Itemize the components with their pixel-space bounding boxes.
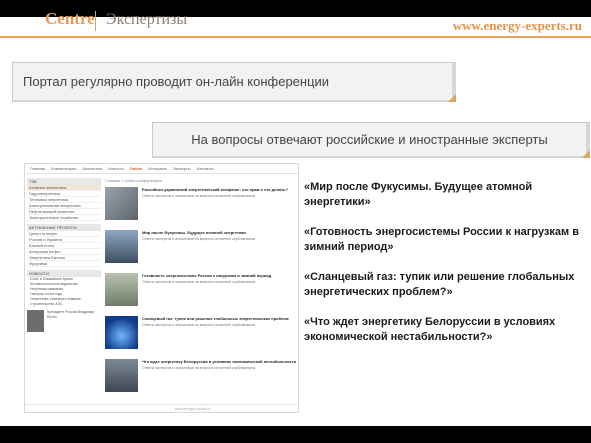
- nav-item[interactable]: Аналитика: [80, 166, 104, 173]
- conference-text: Российско-украинский энергетический конф…: [142, 187, 297, 227]
- website-sidebar: ТЭК Атомная энергетика Гидроэнергетика Т…: [27, 178, 101, 332]
- conference-text: Готовность энергосистемы России к нагруз…: [142, 273, 297, 313]
- conference-subtitle: Ответы экспертов и аналитиков на вопросы…: [142, 237, 256, 241]
- conference-row[interactable]: Российско-украинский энергетический конф…: [105, 187, 297, 227]
- sidebar-news: НОВОСТИ США: в ближайшее время Антимоноп…: [27, 270, 101, 307]
- sidebar-heading: АКТУАЛЬНЫЕ ПРОЕКТЫ: [27, 224, 101, 231]
- conference-text: Что ждет энергетику Белоруссии в условия…: [142, 359, 297, 399]
- conference-thumbnail: [105, 230, 138, 263]
- sidebar-item[interactable]: Фукусима: [27, 261, 101, 267]
- sidebar-news-item[interactable]: Строительство АЭС: [27, 302, 101, 307]
- photo-caption: Президент России Владимир Путин: [46, 310, 95, 319]
- conference-title[interactable]: Сланцевый газ: тупик или решение глобаль…: [142, 316, 297, 321]
- conference-topics-list: «Мир после Фукусимы. Будущее атомной эне…: [304, 180, 584, 360]
- conference-thumbnail: [105, 273, 138, 306]
- nav-item[interactable]: Интервью: [146, 166, 169, 173]
- sidebar-item[interactable]: Электросетевое хозяйство: [27, 215, 101, 221]
- conference-title[interactable]: Что ждет энергетику Белоруссии в условия…: [142, 359, 297, 364]
- breadcrumb: Главная » online-конференции: [105, 178, 162, 183]
- nav-item[interactable]: Комментарии: [49, 166, 78, 173]
- header-divider: [0, 36, 591, 38]
- logo-subtitle: Экспертизы: [106, 11, 188, 28]
- sidebar-heading: ТЭК: [27, 178, 101, 185]
- sidebar-block: ТЭК Атомная энергетика Гидроэнергетика Т…: [27, 178, 101, 221]
- portrait-photo: [27, 310, 44, 332]
- banner-online-conferences: Портал регулярно проводит он-лайн конфер…: [12, 62, 456, 102]
- banner-corner-accent: [448, 94, 456, 102]
- website-footer: www.energy-experts.ru: [25, 404, 298, 412]
- nav-item[interactable]: Главная: [28, 166, 47, 173]
- conference-text: Мир после Фукусимы. Будущее атомной энер…: [142, 230, 297, 270]
- nav-item[interactable]: Контакты: [195, 166, 216, 173]
- sidebar-heading: НОВОСТИ: [27, 270, 101, 277]
- banner-text: На вопросы отвечают российские и иностра…: [191, 132, 548, 147]
- conference-title[interactable]: Российско-украинский энергетический конф…: [142, 187, 297, 192]
- conference-thumbnail: [105, 359, 138, 392]
- sidebar-block: АКТУАЛЬНЫЕ ПРОЕКТЫ Цены на нефть Россия …: [27, 224, 101, 267]
- website-nav: Главная Комментарии Аналитика Новости On…: [25, 164, 298, 174]
- website-screenshot: Главная Комментарии Аналитика Новости On…: [24, 163, 299, 413]
- bottom-black-bar: [0, 426, 591, 443]
- slide-header: Centre Экспертизы www.energy-experts.ru: [0, 0, 591, 38]
- nav-item[interactable]: Эксперты: [171, 166, 193, 173]
- conference-subtitle: Ответы экспертов и аналитиков на вопросы…: [142, 323, 256, 327]
- conference-row[interactable]: Сланцевый газ: тупик или решение глобаль…: [105, 316, 297, 356]
- logo-separator: [95, 11, 96, 31]
- conference-topic: «Что ждет энергетику Белоруссии в услови…: [304, 316, 556, 343]
- sidebar-photo-block: Президент России Владимир Путин: [27, 310, 101, 332]
- banner-text: Портал регулярно проводит он-лайн конфер…: [23, 74, 330, 89]
- site-url-link[interactable]: www.energy-experts.ru: [453, 18, 582, 34]
- conference-row[interactable]: Что ждет энергетику Белоруссии в условия…: [105, 359, 297, 399]
- banner-experts: На вопросы отвечают российские и иностра…: [152, 122, 590, 158]
- conference-text: Сланцевый газ: тупик или решение глобаль…: [142, 316, 297, 356]
- conference-topic: «Мир после Фукусимы. Будущее атомной эне…: [304, 181, 533, 208]
- conference-topic: «Готовность энергосистемы России к нагру…: [304, 226, 579, 253]
- conference-subtitle: Ответы экспертов и аналитиков на вопросы…: [142, 280, 256, 284]
- conference-row[interactable]: Готовность энергосистемы России к нагруз…: [105, 273, 297, 313]
- conference-thumbnail: [105, 187, 138, 220]
- nav-item[interactable]: Новости: [106, 166, 125, 173]
- conference-row[interactable]: Мир после Фукусимы. Будущее атомной энер…: [105, 230, 297, 270]
- conference-title[interactable]: Мир после Фукусимы. Будущее атомной энер…: [142, 230, 297, 235]
- conference-thumbnail: [105, 316, 138, 349]
- website-main: Главная » online-конференции Российско-у…: [105, 178, 297, 402]
- conference-subtitle: Ответы экспертов и аналитиков на вопросы…: [142, 366, 256, 370]
- conference-title[interactable]: Готовность энергосистемы России к нагруз…: [142, 273, 297, 278]
- nav-item-active[interactable]: Online: [128, 166, 144, 173]
- conference-topic: «Сланцевый газ: тупик или решение глобал…: [304, 271, 575, 298]
- banner-corner-accent: [582, 150, 590, 158]
- logo-word: Centre: [45, 9, 95, 28]
- conference-subtitle: Ответы экспертов и аналитиков на вопросы…: [142, 194, 256, 198]
